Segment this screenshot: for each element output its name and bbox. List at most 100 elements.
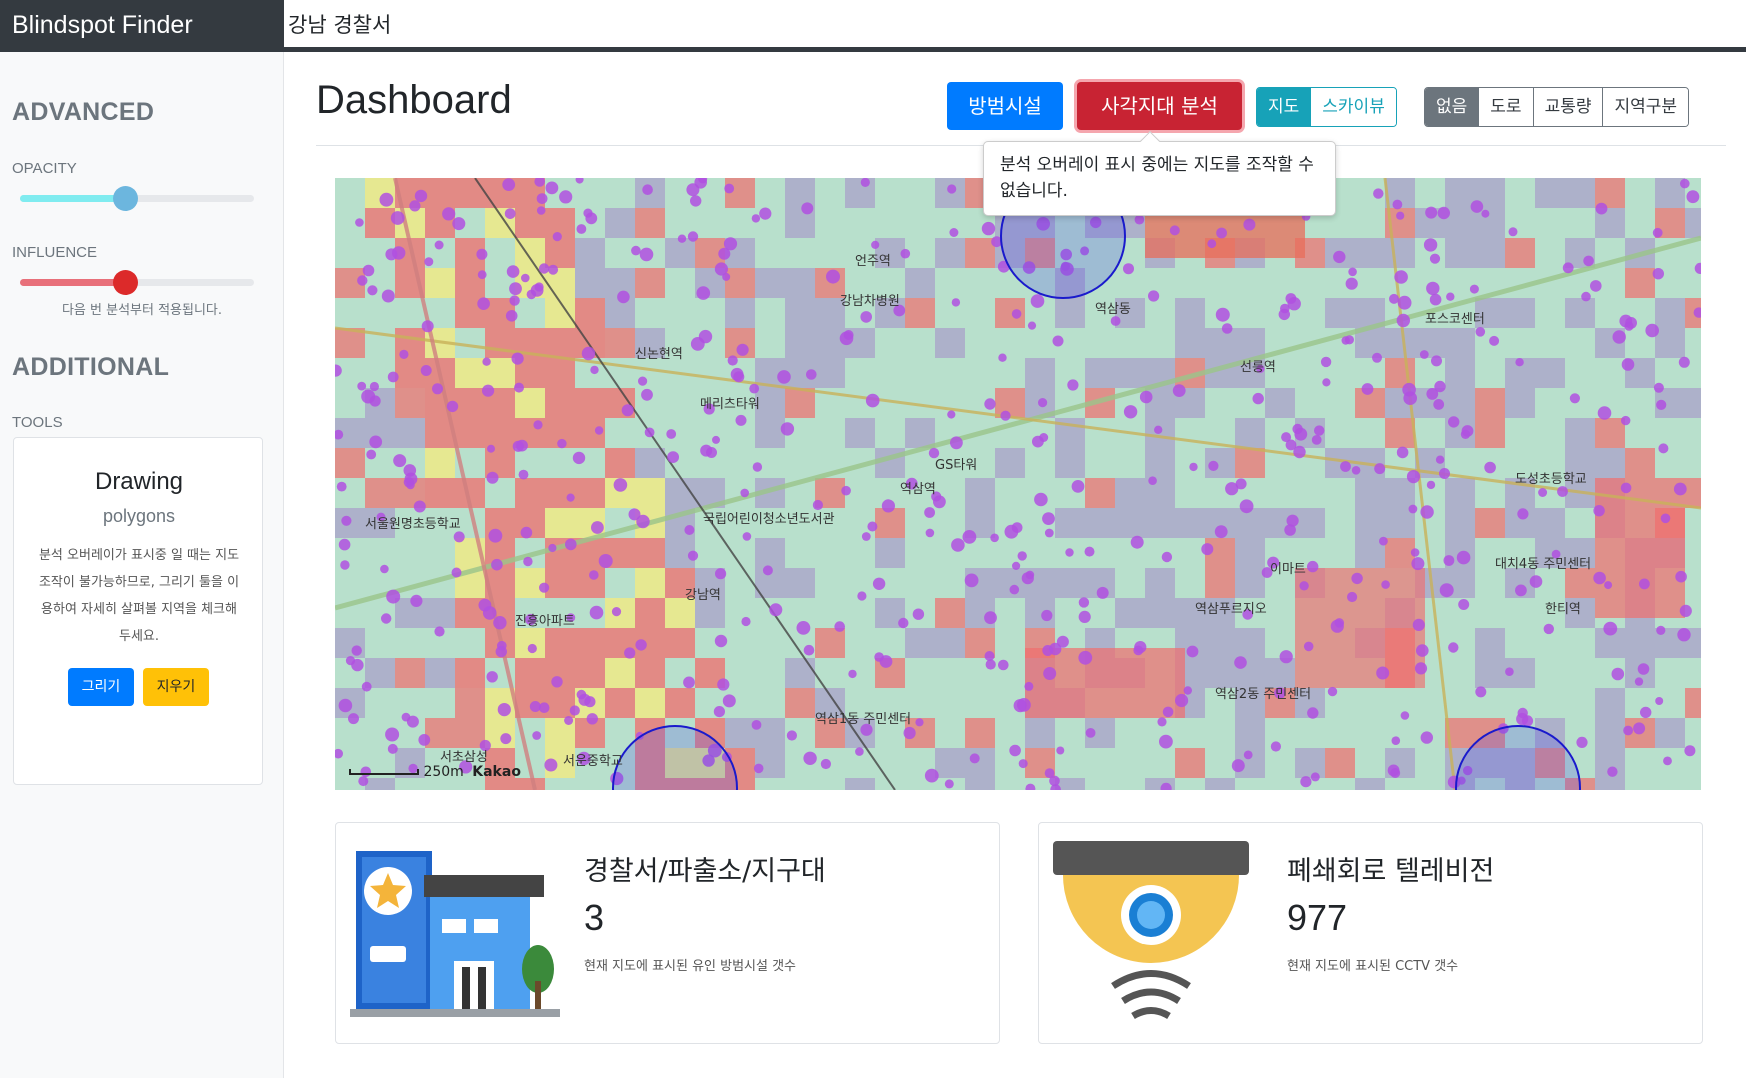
cctv-marker <box>366 449 377 460</box>
tools-card-title: Drawing <box>94 468 184 495</box>
map-type-skyview[interactable]: 스카이뷰 <box>1311 88 1396 126</box>
cctv-marker <box>947 410 956 419</box>
cctv-marker <box>1067 379 1079 391</box>
influence-hint: 다음 번 분석부터 적용됩니다. <box>61 303 223 318</box>
cctv-marker <box>759 207 772 220</box>
heat-cell <box>1595 418 1625 448</box>
cctv-marker <box>482 606 497 620</box>
cctv-marker <box>1042 512 1055 525</box>
heat-cell <box>635 568 665 598</box>
overlay-traffic[interactable]: 교통량 <box>1533 88 1604 126</box>
cctv-marker <box>520 526 533 539</box>
cctv-marker <box>516 439 528 452</box>
search-input[interactable] <box>284 0 1746 47</box>
cctv-marker <box>406 715 419 728</box>
influence-slider-handle[interactable] <box>113 270 139 295</box>
draw-button[interactable]: 그리기 <box>68 668 134 706</box>
heat-zone <box>1025 648 1185 718</box>
heat-cell <box>425 268 455 298</box>
cctv-marker <box>477 270 487 280</box>
heat-cell <box>395 388 425 418</box>
facility-button[interactable]: 방범시설 <box>947 82 1063 130</box>
cctv-marker <box>421 320 434 333</box>
cctv-marker <box>841 485 851 496</box>
cctv-marker <box>452 217 466 231</box>
cctv-camera-icon <box>1053 841 1249 1020</box>
cctv-marker <box>1373 188 1384 199</box>
heat-cell <box>1115 478 1145 508</box>
cctv-marker <box>578 693 591 706</box>
heat-cell <box>905 298 935 328</box>
brand-logo[interactable]: Blindspot Finder <box>0 0 284 52</box>
heat-cell <box>1025 718 1055 748</box>
opacity-slider[interactable] <box>20 186 254 211</box>
cctv-marker <box>335 748 343 759</box>
heat-cell <box>515 568 545 598</box>
cctv-marker <box>1025 783 1036 790</box>
heat-cell <box>1565 598 1595 628</box>
cctv-marker <box>881 499 896 513</box>
heat-cell <box>545 358 575 388</box>
cctv-marker <box>1581 291 1591 302</box>
cctv-marker <box>848 669 857 679</box>
cctv-marker <box>585 212 598 225</box>
cctv-marker <box>1361 383 1374 395</box>
heat-cell <box>1475 208 1505 238</box>
overlay-none[interactable]: 없음 <box>1425 88 1480 126</box>
cctv-marker <box>1396 313 1411 328</box>
cctv-marker <box>1239 499 1254 514</box>
cctv-marker <box>700 444 713 457</box>
cctv-card-title: 폐쇄회로 텔레비전 <box>1287 856 1495 887</box>
cctv-marker <box>741 616 751 627</box>
map-view[interactable]: 언주역 신논현역 강남역 역삼역 선릉역 한티역 강남차병원 역삼동 GS타워 이마트 포스코센터 서… <box>335 178 1701 790</box>
cctv-marker <box>1489 335 1500 346</box>
cctv-marker <box>482 384 495 397</box>
heat-cell <box>1085 358 1115 388</box>
heat-cell <box>635 538 665 568</box>
erase-button[interactable]: 지우기 <box>143 668 209 706</box>
cctv-marker <box>1214 525 1228 539</box>
cctv-marker <box>1694 262 1701 274</box>
cctv-marker <box>523 556 533 567</box>
cctv-marker <box>1274 687 1286 699</box>
heat-cell <box>635 328 665 358</box>
cctv-marker <box>753 763 764 774</box>
heat-cell <box>485 328 515 358</box>
opacity-slider-handle[interactable] <box>113 186 139 211</box>
heat-cell <box>1505 298 1535 328</box>
heat-cell <box>395 658 425 688</box>
cctv-marker <box>545 181 559 195</box>
cctv-marker <box>1623 725 1633 736</box>
map-type-map[interactable]: 지도 <box>1257 88 1312 126</box>
cctv-marker <box>1434 380 1446 393</box>
cctv-marker <box>539 582 550 593</box>
cctv-marker <box>1379 536 1388 546</box>
heat-cell <box>1445 178 1475 208</box>
cctv-marker <box>1284 524 1296 536</box>
cctv-marker <box>1460 429 1471 439</box>
heat-cell <box>935 328 965 358</box>
cctv-marker <box>717 678 730 691</box>
cctv-marker <box>525 613 537 626</box>
cctv-marker <box>361 681 372 692</box>
overlay-zoning[interactable]: 지역구분 <box>1603 88 1689 126</box>
cctv-marker <box>1071 480 1085 493</box>
cctv-marker <box>1652 268 1665 280</box>
influence-slider[interactable] <box>20 270 254 295</box>
cctv-marker <box>855 747 864 756</box>
overlay-road[interactable]: 도로 <box>1479 88 1534 126</box>
cctv-marker <box>1279 650 1293 664</box>
blindspot-analysis-button[interactable]: 사각지대 분석 <box>1077 82 1242 130</box>
heat-cell <box>425 478 455 508</box>
cctv-marker <box>551 676 563 688</box>
heat-cell <box>1175 328 1205 358</box>
cctv-marker <box>1347 591 1358 603</box>
cctv-marker <box>715 568 727 580</box>
heat-cell <box>755 268 785 298</box>
heat-cell <box>575 268 605 298</box>
cctv-marker <box>635 639 647 651</box>
heat-cell <box>365 508 395 538</box>
cctv-marker <box>786 730 797 741</box>
cctv-marker <box>434 240 444 250</box>
cctv-marker <box>1065 548 1074 557</box>
